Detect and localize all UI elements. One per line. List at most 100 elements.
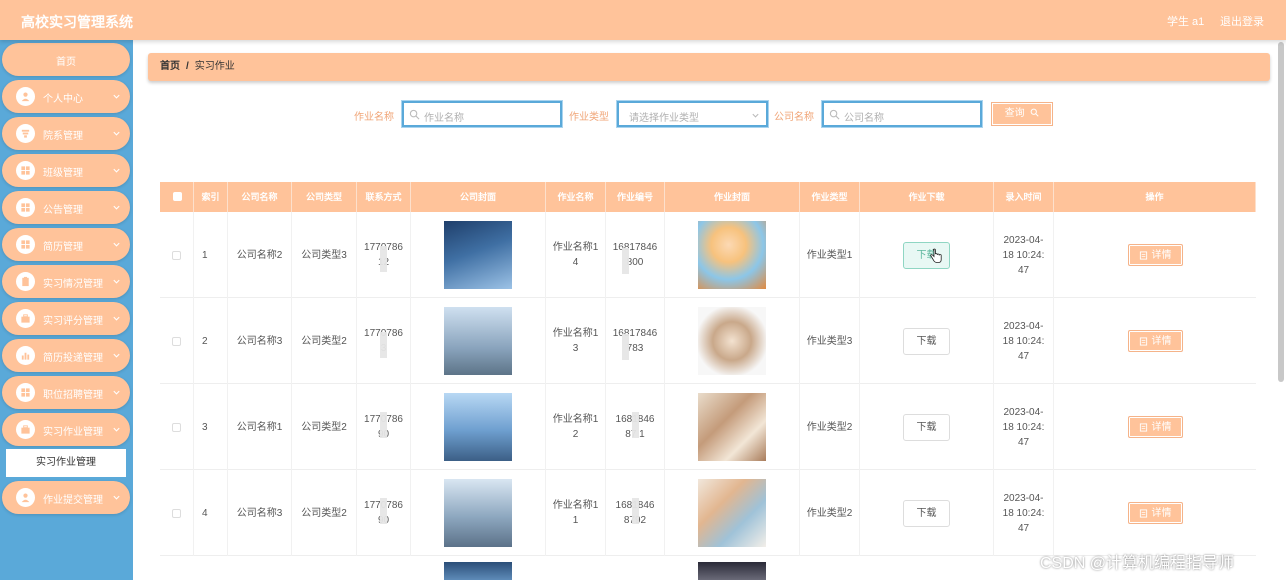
detail-button[interactable]: 详情 xyxy=(1127,416,1183,438)
detail-button[interactable]: 详情 xyxy=(1127,502,1183,524)
column-header[interactable]: 联系方式 xyxy=(357,182,411,212)
search-icon xyxy=(1031,108,1039,117)
company-name: 公司名称2 xyxy=(236,249,283,261)
column-header[interactable]: 作业下载 xyxy=(860,182,994,212)
work-cover-image xyxy=(698,307,766,375)
work-type: 作业类型2 xyxy=(806,507,853,519)
work-number-cell: 16817846 783 xyxy=(606,298,665,384)
sidebar-item-7[interactable]: 实习评分管理 xyxy=(2,302,130,335)
row-checkbox[interactable] xyxy=(172,422,181,432)
column-header[interactable]: 作业类型 xyxy=(800,182,860,212)
chevron-down-icon xyxy=(113,94,120,99)
sidebar-item-9[interactable]: 职位招聘管理 xyxy=(2,376,130,409)
breadcrumb-home[interactable]: 首页 xyxy=(160,61,180,72)
work-name-cell: 作业名称1 1 xyxy=(546,470,606,556)
query-button-label: 查询 xyxy=(1004,108,1025,119)
download-button[interactable]: 下载 xyxy=(903,499,950,527)
detail-button[interactable]: 详情 xyxy=(1127,330,1183,352)
row-checkbox[interactable] xyxy=(172,250,181,260)
work-cover-cell xyxy=(665,384,800,470)
sidebar-item-label: 实习情况管理 xyxy=(43,279,103,290)
chevron-down-icon xyxy=(113,390,120,395)
sidebar-item-6[interactable]: 实习情况管理 xyxy=(2,265,130,298)
work-type-select[interactable]: 请选择作业类型 xyxy=(616,100,769,128)
query-button[interactable]: 查询 xyxy=(991,102,1053,126)
company-type-cell: 公司类型2 xyxy=(292,470,357,556)
company-cover-image xyxy=(444,307,512,375)
column-header[interactable]: 作业封面 xyxy=(665,182,800,212)
sidebar-item-8[interactable]: 简历投递管理 xyxy=(2,339,130,372)
column-header[interactable]: 操作 xyxy=(1054,182,1256,212)
sidebar-item-4[interactable]: 公告管理 xyxy=(2,191,130,224)
download-button[interactable]: 下载 xyxy=(903,241,950,269)
logout-link[interactable]: 退出登录 xyxy=(1220,13,1264,29)
work-number: 16817846 783 xyxy=(612,328,658,354)
column-header[interactable]: 作业编号 xyxy=(606,182,665,212)
top-header: 高校实习管理系统 学生 a1 退出登录 xyxy=(0,0,1286,40)
row-checkbox[interactable] xyxy=(172,508,181,518)
sidebar-item-label: 个人中心 xyxy=(43,94,83,105)
company-type: 公司类型2 xyxy=(301,421,347,433)
column-header[interactable]: 公司类型 xyxy=(292,182,357,212)
current-user[interactable]: 学生 a1 xyxy=(1167,13,1204,29)
download-label: 下载 xyxy=(916,507,937,519)
work-type-cell: 作业类型1 xyxy=(800,212,860,298)
company-type: 公司类型2 xyxy=(301,507,347,519)
column-header[interactable]: 录入时间 xyxy=(994,182,1054,212)
document-icon xyxy=(1139,336,1147,346)
detail-button[interactable]: 详情 xyxy=(1127,244,1183,266)
sidebar-item-1[interactable]: 个人中心 xyxy=(2,80,130,113)
download-button[interactable]: 下载 xyxy=(903,413,950,441)
grid-icon xyxy=(16,198,35,217)
download-button[interactable]: 下载 xyxy=(903,327,950,355)
hand-cursor-icon xyxy=(930,248,942,263)
index-cell: 2 xyxy=(194,298,228,384)
work-name-cell: 作业名称1 2 xyxy=(546,384,606,470)
briefcase-icon xyxy=(16,309,35,328)
sidebar-item-5[interactable]: 简历管理 xyxy=(2,228,130,261)
sidebar-item-3[interactable]: 班级管理 xyxy=(2,154,130,187)
sidebar-item-11[interactable]: 作业提交管理 xyxy=(2,481,130,514)
work-number-cell: 1681846 8792 xyxy=(606,470,665,556)
sidebar-subitem-internship-work[interactable]: 实习作业管理 xyxy=(6,449,126,477)
checkbox-cell xyxy=(160,470,194,556)
work-number-cell: 1681846 87 1 xyxy=(606,384,665,470)
work-type-cell: 作业类型3 xyxy=(800,298,860,384)
sidebar-item-label: 职位招聘管理 xyxy=(43,390,103,401)
work-name-input[interactable]: 作业名称 xyxy=(401,100,563,128)
detail-label: 详情 xyxy=(1151,249,1172,261)
column-header[interactable]: 作业名称 xyxy=(546,182,606,212)
sidebar-item-10[interactable]: 实习作业管理 xyxy=(2,413,130,446)
table-row: 2 公司名称3 公司类型2 1770786 3 作业名称1 3 16817846 783 作… xyxy=(160,298,1256,384)
column-header[interactable]: 公司名称 xyxy=(228,182,292,212)
download-cell: 下载 xyxy=(860,298,994,384)
company-cell: 公司名称3 xyxy=(228,298,292,384)
select-all-checkbox[interactable] xyxy=(173,192,182,201)
sidebar-item-2[interactable]: 院系管理 xyxy=(2,117,130,150)
row-checkbox[interactable] xyxy=(172,336,181,346)
row-index: 4 xyxy=(202,507,208,519)
page-scrollbar[interactable] xyxy=(1278,42,1284,382)
company-cover-image xyxy=(444,479,512,547)
checkbox-cell xyxy=(160,384,194,470)
action-cell: 详情 xyxy=(1054,470,1256,556)
column-header[interactable]: 公司封面 xyxy=(411,182,546,212)
work-name-cell: 作业名称1 4 xyxy=(546,212,606,298)
work-type-cell: 作业类型2 xyxy=(800,384,860,470)
contact-cell: 1770786 3 xyxy=(357,298,411,384)
redaction-mask xyxy=(622,248,629,274)
sidebar-item-home[interactable]: 首页 xyxy=(2,43,130,76)
table-row: 4 公司名称3 公司类型2 1770786 90 作业名称1 1 1681846 8792… xyxy=(160,470,1256,556)
index-cell: 4 xyxy=(194,470,228,556)
partial-time xyxy=(1003,575,1045,580)
company-cell: 公司名称2 xyxy=(228,212,292,298)
entry-time: 2023-04- 18 10:24: 47 xyxy=(1002,492,1045,534)
redaction-mask xyxy=(632,498,639,524)
column-header[interactable]: 索引 xyxy=(194,182,228,212)
company-type-cell: 公司类型2 xyxy=(292,298,357,384)
company-cover-image xyxy=(444,221,512,289)
work-type: 作业类型1 xyxy=(806,249,853,261)
company-name-input[interactable]: 公司名称 xyxy=(821,100,983,128)
work-type-placeholder: 请选择作业类型 xyxy=(629,113,699,124)
time-cell: 2023-04- 18 10:24: 47 xyxy=(994,298,1054,384)
